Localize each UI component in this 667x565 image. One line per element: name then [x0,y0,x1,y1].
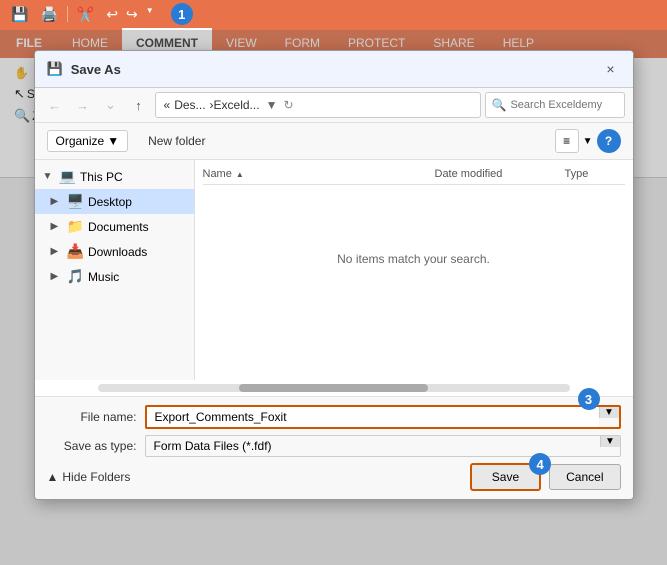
print-quick-btn[interactable]: 🖨️ [37,4,60,25]
nav-tree: ▼ 💻 This PC ▶ 🖥️ Desktop ▶ 📁 Documents ▶… [35,160,195,380]
col-name-label: Name [203,168,232,180]
tree-item-music[interactable]: ▶ 🎵 Music [35,264,194,289]
chevron-downloads: ▶ [51,246,63,257]
dialog-title-text: Save As [71,62,121,77]
col-date[interactable]: Date modified [435,168,565,180]
icon-this-pc: 💻 [59,168,76,185]
tree-item-desktop[interactable]: ▶ 🖥️ Desktop [35,189,194,214]
chevron-desktop: ▶ [51,196,63,207]
icon-downloads: 📥 [67,243,84,260]
path-part2: Exceld... [214,98,260,112]
dialog-content: ▼ 💻 This PC ▶ 🖥️ Desktop ▶ 📁 Documents ▶… [35,160,633,380]
chevron-this-pc: ▼ [43,171,55,182]
step-badge-4: 4 [529,453,551,475]
savetype-label: Save as type: [47,439,137,453]
filename-input[interactable] [147,407,599,427]
toolbar-left: Organize ▼ New folder [47,130,214,152]
help-button[interactable]: ? [597,129,621,153]
view-controls: ≡ ▼ ? [555,129,621,153]
dialog-footer: File name: ▼ Save as type: Form Data Fil… [35,396,633,499]
label-downloads: Downloads [88,245,147,259]
save-as-dialog: 💾 Save As × ← → ⌄ ↑ « Des... › Exceld...… [34,50,634,500]
search-icon: 🔍 [492,98,507,112]
chevron-documents: ▶ [51,221,63,232]
undo-btn[interactable]: ↩ [103,4,121,25]
filename-input-wrapper: ▼ [145,405,621,429]
savetype-dropdown[interactable]: ▼ [600,436,620,447]
redo-btn[interactable]: ↪ [123,4,141,25]
hide-folders-label: Hide Folders [62,470,130,484]
cancel-button[interactable]: Cancel [549,464,620,490]
no-items-text: No items match your search. [337,252,490,266]
path-bar[interactable]: « Des... › Exceld... ▼ ↻ [155,92,481,118]
col-name[interactable]: Name ▲ [203,168,435,180]
search-bar: 🔍 [485,92,625,118]
col-date-label: Date modified [435,168,503,180]
icon-documents: 📁 [67,218,84,235]
organize-button[interactable]: Organize ▼ [47,130,129,152]
path-dropdown[interactable]: ▼ [266,98,278,112]
step-badge-1: 1 [171,3,193,25]
nav-back-button[interactable]: ← [43,93,67,117]
tree-item-documents[interactable]: ▶ 📁 Documents [35,214,194,239]
path-separator-1: « [164,98,171,112]
chevron-music: ▶ [51,271,63,282]
view-list-btn[interactable]: ≡ [555,129,579,153]
dialog-title-icon: 💾 [47,61,63,77]
step-badge-1-container: 1 [163,3,193,25]
organize-arrow: ▼ [107,134,119,148]
dialog-close-button[interactable]: × [601,59,621,79]
savetype-select-wrapper: Form Data Files (*.fdf) ▼ [145,435,621,457]
tree-item-downloads[interactable]: ▶ 📥 Downloads [35,239,194,264]
savetype-value: Form Data Files (*.fdf) [146,436,600,456]
filename-label: File name: [47,410,137,424]
horizontal-scrollbar-area: 3 [35,380,633,396]
no-items-message: No items match your search. [203,189,625,329]
col-type[interactable]: Type [565,168,625,180]
path-separator-2: Des... [174,98,205,112]
file-area: Name ▲ Date modified Type No items match… [195,160,633,380]
qa-separator [67,6,68,22]
nav-up-button[interactable]: ↑ [127,93,151,117]
icon-music: 🎵 [67,268,84,285]
footer-actions: ▲ Hide Folders Save 4 Cancel [47,463,621,491]
save-quick-btn[interactable]: 💾 [8,4,31,25]
scrollbar-track [98,384,570,392]
dialog-overlay: 💾 Save As × ← → ⌄ ↑ « Des... › Exceld...… [0,30,667,565]
label-desktop: Desktop [88,195,132,209]
dialog-nav-bar: ← → ⌄ ↑ « Des... › Exceld... ▼ ↻ 🔍 [35,88,633,123]
nav-recent-button[interactable]: ⌄ [99,93,123,117]
tree-item-this-pc[interactable]: ▼ 💻 This PC [35,164,194,189]
scissors-btn[interactable]: ✂️ [74,4,97,25]
label-this-pc: This PC [80,170,123,184]
file-header: Name ▲ Date modified Type [203,168,625,185]
organize-label: Organize [56,134,105,148]
view-dropdown-btn[interactable]: ▼ [583,136,593,147]
icon-desktop: 🖥️ [67,193,84,210]
hide-chevron-icon: ▲ [47,470,59,484]
new-folder-button[interactable]: New folder [140,131,213,151]
label-music: Music [88,270,119,284]
filename-dropdown[interactable]: ▼ [599,407,619,418]
redo-dropdown-btn[interactable]: ▼ [143,4,157,25]
dialog-titlebar: 💾 Save As × [35,51,633,88]
scrollbar-thumb[interactable] [239,384,428,392]
save-btn-wrapper: Save 4 [470,463,541,491]
path-refresh[interactable]: ↻ [283,98,293,112]
col-type-label: Type [565,168,589,180]
hide-folders-button[interactable]: ▲ Hide Folders [47,470,131,484]
search-input[interactable] [510,99,617,111]
dialog-title: 💾 Save As [47,61,121,77]
quick-access-toolbar: 💾 🖨️ ✂️ ↩ ↪ ▼ 1 [0,0,667,28]
label-documents: Documents [88,220,149,234]
step-badge-3: 3 [578,388,600,410]
dialog-toolbar: Organize ▼ New folder ≡ ▼ ? [35,123,633,160]
sort-arrow: ▲ [236,170,244,179]
undo-redo-group: ↩ ↪ ▼ [103,4,156,25]
filename-row: File name: ▼ [47,405,621,429]
nav-forward-button[interactable]: → [71,93,95,117]
